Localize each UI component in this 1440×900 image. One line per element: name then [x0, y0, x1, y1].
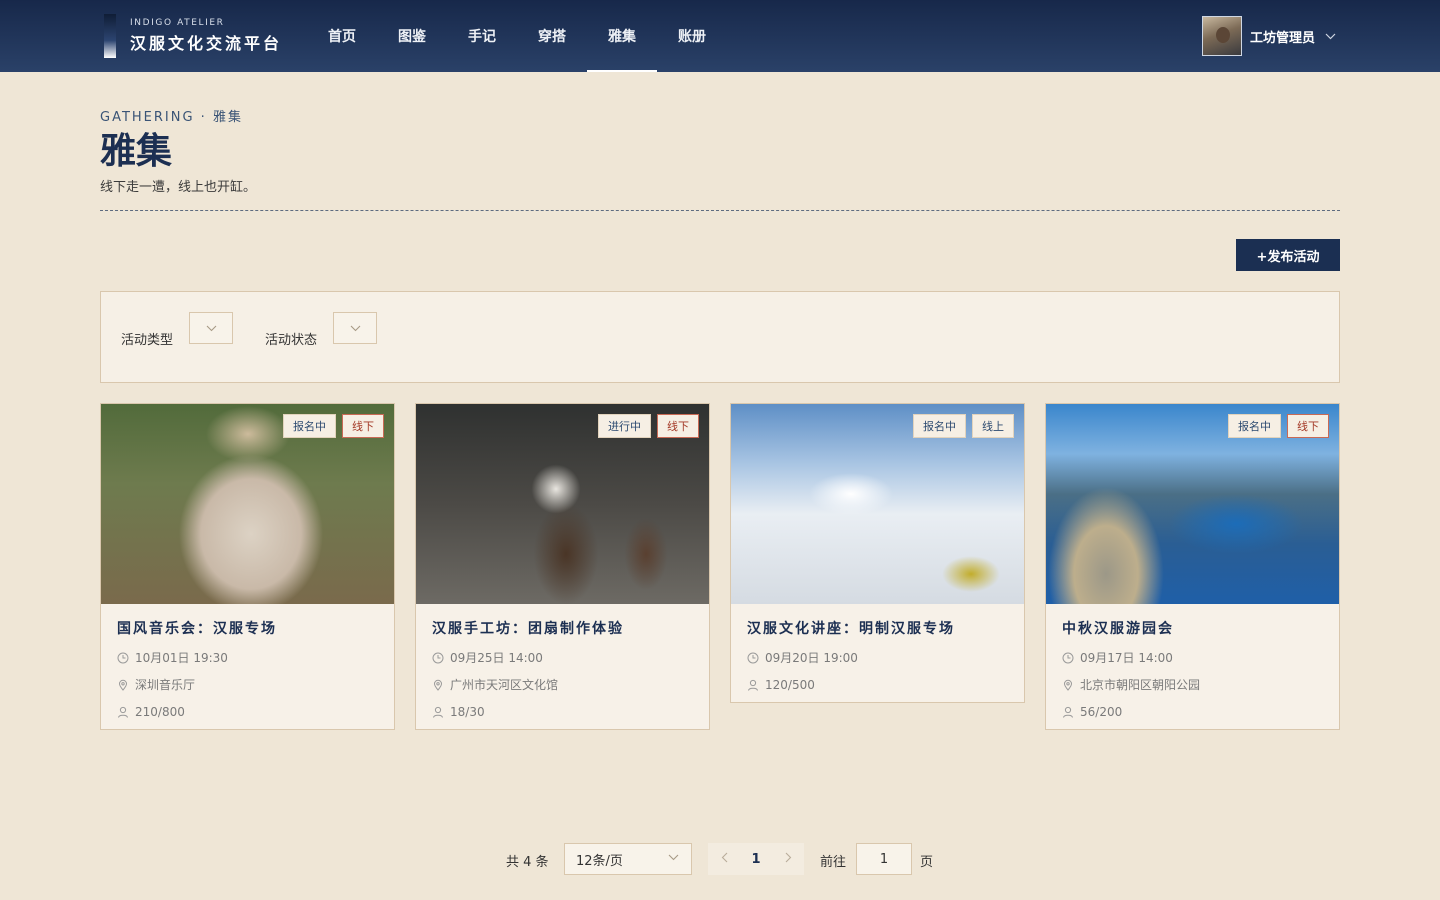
user-icon: [118, 706, 128, 718]
event-card[interactable]: 报名中 线下 中秋汉服游园会 09月17日 14:00 北京市朝阳区朝阳公园 5…: [1045, 403, 1340, 730]
clock-icon: [432, 652, 444, 663]
mode-badge: 线下: [342, 414, 384, 438]
event-attendance-text: 56/200: [1080, 704, 1123, 719]
event-cover-image: 进行中 线下: [416, 404, 709, 604]
prev-page-icon[interactable]: [708, 852, 740, 866]
event-title: 中秋汉服游园会: [1062, 621, 1174, 637]
user-icon: [748, 679, 758, 691]
event-attendance-text: 210/800: [135, 704, 185, 719]
event-time: 09月17日 14:00: [1062, 650, 1323, 665]
user-name: 工坊管理员: [1249, 30, 1315, 46]
publish-event-button[interactable]: +发布活动: [1236, 239, 1340, 271]
event-attendance: 210/800: [117, 704, 378, 719]
page-subtitle: 线下走一遭，线上也开缸。: [100, 180, 257, 195]
brand-name-en: INDIGO ATELIER: [130, 18, 225, 28]
location-pin-icon: [1063, 679, 1073, 691]
event-location-text: 深圳音乐厅: [135, 678, 196, 692]
event-card[interactable]: 进行中 线下 汉服手工坊：团扇制作体验 09月25日 14:00 广州市天河区文…: [415, 403, 710, 730]
event-attendance: 56/200: [1062, 704, 1323, 719]
event-card[interactable]: 报名中 线下 国风音乐会：汉服专场 10月01日 19:30 深圳音乐厅 210…: [100, 403, 395, 730]
status-badge: 报名中: [1228, 414, 1281, 438]
goto-suffix: 页: [920, 855, 934, 870]
filter-panel: 活动类型 活动状态: [100, 291, 1340, 383]
filter-type-label: 活动类型: [121, 333, 174, 348]
nav-item-gathering[interactable]: 雅集: [587, 0, 657, 72]
next-page-icon[interactable]: [772, 852, 804, 866]
mode-badge: 线上: [972, 414, 1014, 438]
event-time: 09月20日 19:00: [747, 650, 1008, 665]
page-title: 雅集: [100, 130, 173, 172]
event-attendance: 120/500: [747, 677, 1008, 692]
user-menu[interactable]: 工坊管理员: [1201, 16, 1336, 56]
top-navbar: INDIGO ATELIER 汉服文化交流平台 首页 图鉴 手记 穿搭 雅集 账…: [0, 0, 1440, 72]
goto-page-input[interactable]: [856, 843, 912, 875]
event-time: 10月01日 19:30: [117, 650, 378, 665]
page-size-value: 12条/页: [576, 853, 623, 869]
event-cover-image: 报名中 线下: [1046, 404, 1339, 604]
nav-item-outfits[interactable]: 穿搭: [517, 0, 587, 72]
nav-item-ledger[interactable]: 账册: [657, 0, 727, 72]
event-title: 国风音乐会：汉服专场: [117, 621, 277, 637]
pagination: 共 4 条 12条/页 1 前往 页: [0, 843, 1440, 875]
chevron-down-icon: [206, 325, 216, 331]
event-time-text: 09月20日 19:00: [765, 651, 858, 665]
event-attendance: 18/30: [432, 704, 693, 719]
nav-item-catalog[interactable]: 图鉴: [377, 0, 447, 72]
page-number[interactable]: 1: [740, 852, 772, 867]
user-icon: [433, 706, 443, 718]
clock-icon: [117, 652, 129, 663]
filter-status-select[interactable]: [333, 312, 377, 344]
avatar: [1201, 16, 1242, 56]
mode-badge: 线下: [657, 414, 699, 438]
location-pin-icon: [433, 679, 443, 691]
brand-text: INDIGO ATELIER 汉服文化交流平台: [130, 18, 282, 54]
event-location: 北京市朝阳区朝阳公园: [1062, 677, 1323, 692]
divider: [100, 210, 1340, 211]
filter-type-select[interactable]: [189, 312, 233, 344]
clock-icon: [747, 652, 759, 663]
user-icon: [1063, 706, 1073, 718]
status-badge: 报名中: [913, 414, 966, 438]
event-title: 汉服手工坊：团扇制作体验: [432, 621, 624, 637]
mode-badge: 线下: [1287, 414, 1329, 438]
event-time: 09月25日 14:00: [432, 650, 693, 665]
event-cover-image: 报名中 线上: [731, 404, 1024, 604]
clock-icon: [1062, 652, 1074, 663]
brand-logo[interactable]: INDIGO ATELIER 汉服文化交流平台: [104, 14, 282, 58]
event-attendance-text: 18/30: [450, 704, 485, 719]
nav-item-notes[interactable]: 手记: [447, 0, 517, 72]
status-badge: 报名中: [283, 414, 336, 438]
chevron-down-icon: [668, 853, 679, 864]
event-time-text: 09月25日 14:00: [450, 651, 543, 665]
event-time-text: 09月17日 14:00: [1080, 651, 1173, 665]
chevron-down-icon: [350, 325, 360, 331]
brand-mark-icon: [104, 14, 116, 58]
filter-status-label: 活动状态: [265, 333, 318, 348]
event-time-text: 10月01日 19:30: [135, 651, 228, 665]
status-badge: 进行中: [598, 414, 651, 438]
page-size-select[interactable]: 12条/页: [564, 843, 692, 875]
event-title: 汉服文化讲座：明制汉服专场: [747, 621, 955, 637]
event-location-text: 北京市朝阳区朝阳公园: [1080, 678, 1201, 692]
nav-item-home[interactable]: 首页: [307, 0, 377, 72]
main-nav: 首页 图鉴 手记 穿搭 雅集 账册: [307, 0, 727, 72]
event-location: 广州市天河区文化馆: [432, 677, 693, 692]
goto-label: 前往: [820, 855, 847, 870]
event-location: 深圳音乐厅: [117, 677, 378, 692]
chevron-down-icon: [1325, 30, 1336, 43]
event-location-text: 广州市天河区文化馆: [450, 678, 559, 692]
total-count: 共 4 条: [506, 855, 549, 870]
event-cover-image: 报名中 线下: [101, 404, 394, 604]
page-navigator: 1: [708, 843, 804, 875]
event-attendance-text: 120/500: [765, 677, 815, 692]
event-card[interactable]: 报名中 线上 汉服文化讲座：明制汉服专场 09月20日 19:00 120/50…: [730, 403, 1025, 703]
brand-name-cn: 汉服文化交流平台: [130, 34, 283, 53]
location-pin-icon: [118, 679, 128, 691]
